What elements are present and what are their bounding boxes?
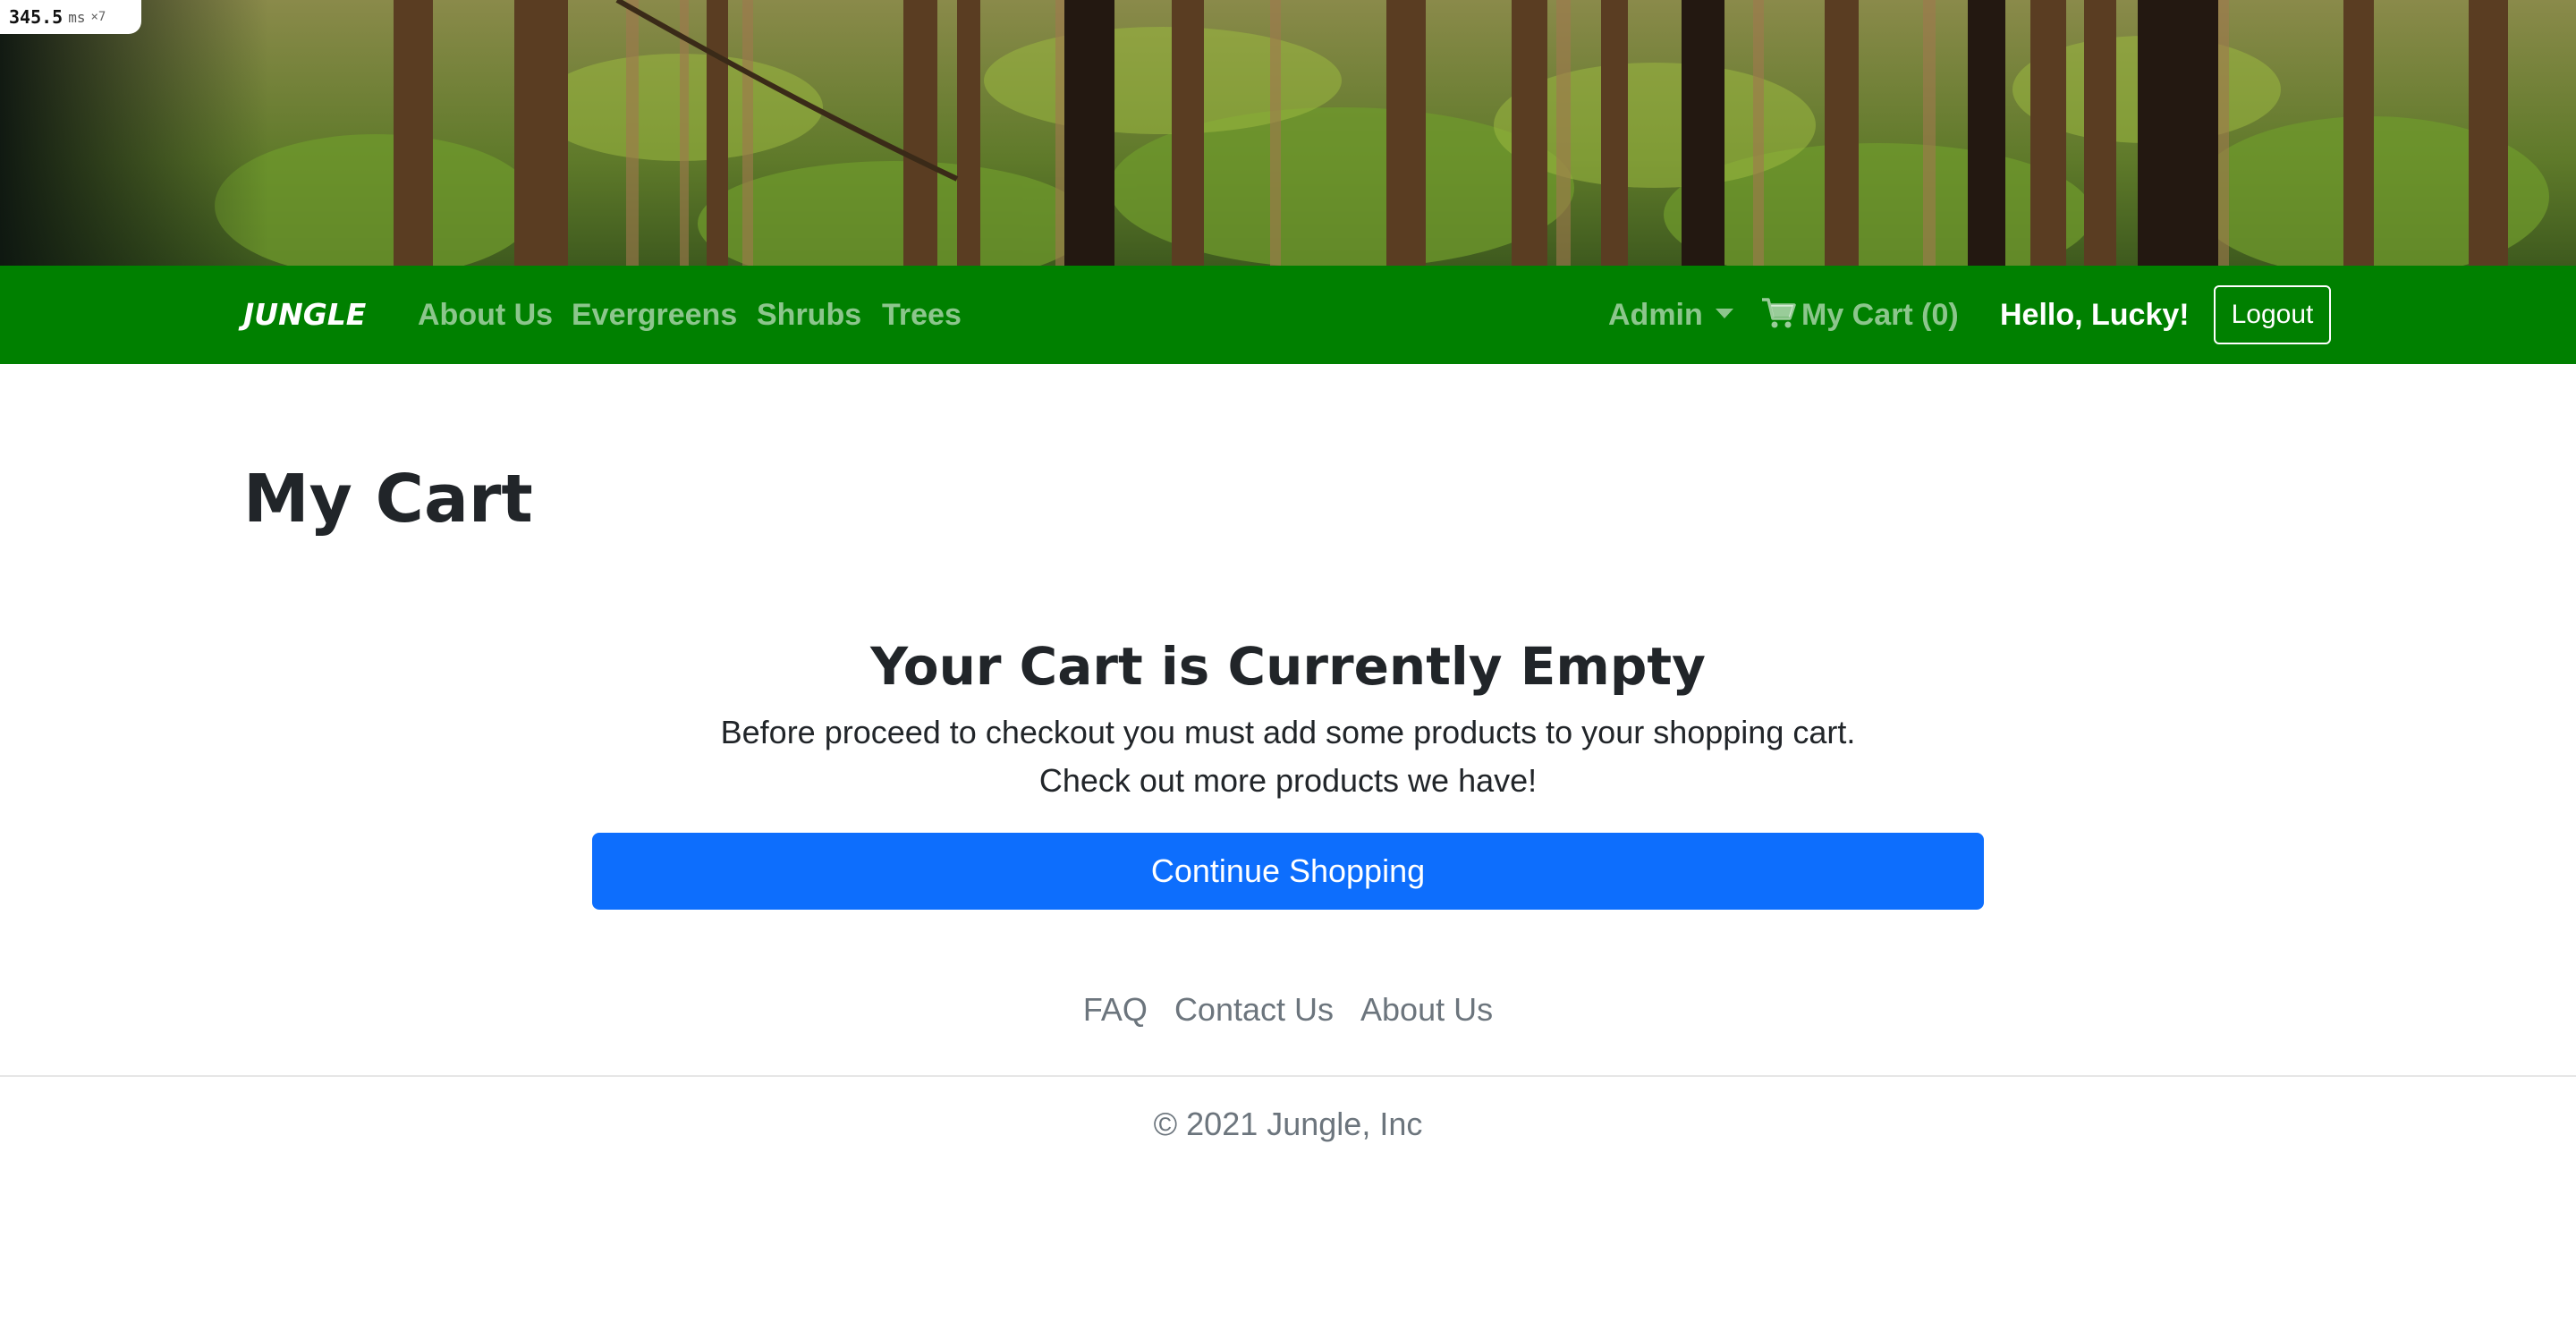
perf-multiplier: ×7 — [90, 10, 106, 24]
nav-link-about-us[interactable]: About Us — [418, 292, 553, 337]
shopping-cart-icon — [1762, 298, 1796, 328]
footer-divider — [0, 1075, 2576, 1077]
logout-button[interactable]: Logout — [2214, 285, 2331, 344]
admin-label: Admin — [1608, 298, 1703, 332]
perf-unit: ms — [68, 8, 86, 26]
nav-link-shrubs[interactable]: Shrubs — [757, 292, 861, 337]
empty-cart-suggestion: Check out more products we have! — [1038, 762, 1538, 799]
footer-link-faq[interactable]: FAQ — [1083, 987, 1148, 1032]
chevron-down-icon — [1715, 308, 1733, 318]
top-navbar: JUNGLE About Us Evergreens Shrubs Trees … — [0, 266, 2576, 364]
nav-link-evergreens[interactable]: Evergreens — [572, 292, 737, 337]
performance-badge: 345.5 ms ×7 — [0, 0, 141, 34]
footer-links: FAQ Contact Us About Us — [0, 987, 2576, 1032]
empty-cart-message: Before proceed to checkout you must add … — [720, 714, 1856, 750]
perf-value: 345.5 — [9, 6, 64, 28]
empty-cart-heading: Your Cart is Currently Empty — [870, 636, 1706, 697]
admin-dropdown[interactable]: Admin — [1608, 292, 1733, 337]
copyright-text: © 2021 Jungle, Inc — [1153, 1106, 1423, 1142]
cart-link[interactable]: My Cart (0) — [1760, 292, 1959, 337]
user-greeting: Hello, Lucky! — [2000, 298, 2190, 332]
footer-link-contact-us[interactable]: Contact Us — [1174, 987, 1334, 1032]
continue-shopping-button[interactable]: Continue Shopping — [592, 833, 1984, 910]
footer-link-about-us[interactable]: About Us — [1360, 987, 1493, 1032]
brand-logo[interactable]: JUNGLE — [243, 292, 366, 337]
hero-forest-banner — [0, 0, 2576, 266]
nav-link-trees[interactable]: Trees — [882, 292, 962, 337]
page-title: My Cart — [243, 461, 533, 538]
cart-label: My Cart (0) — [1801, 298, 1959, 332]
